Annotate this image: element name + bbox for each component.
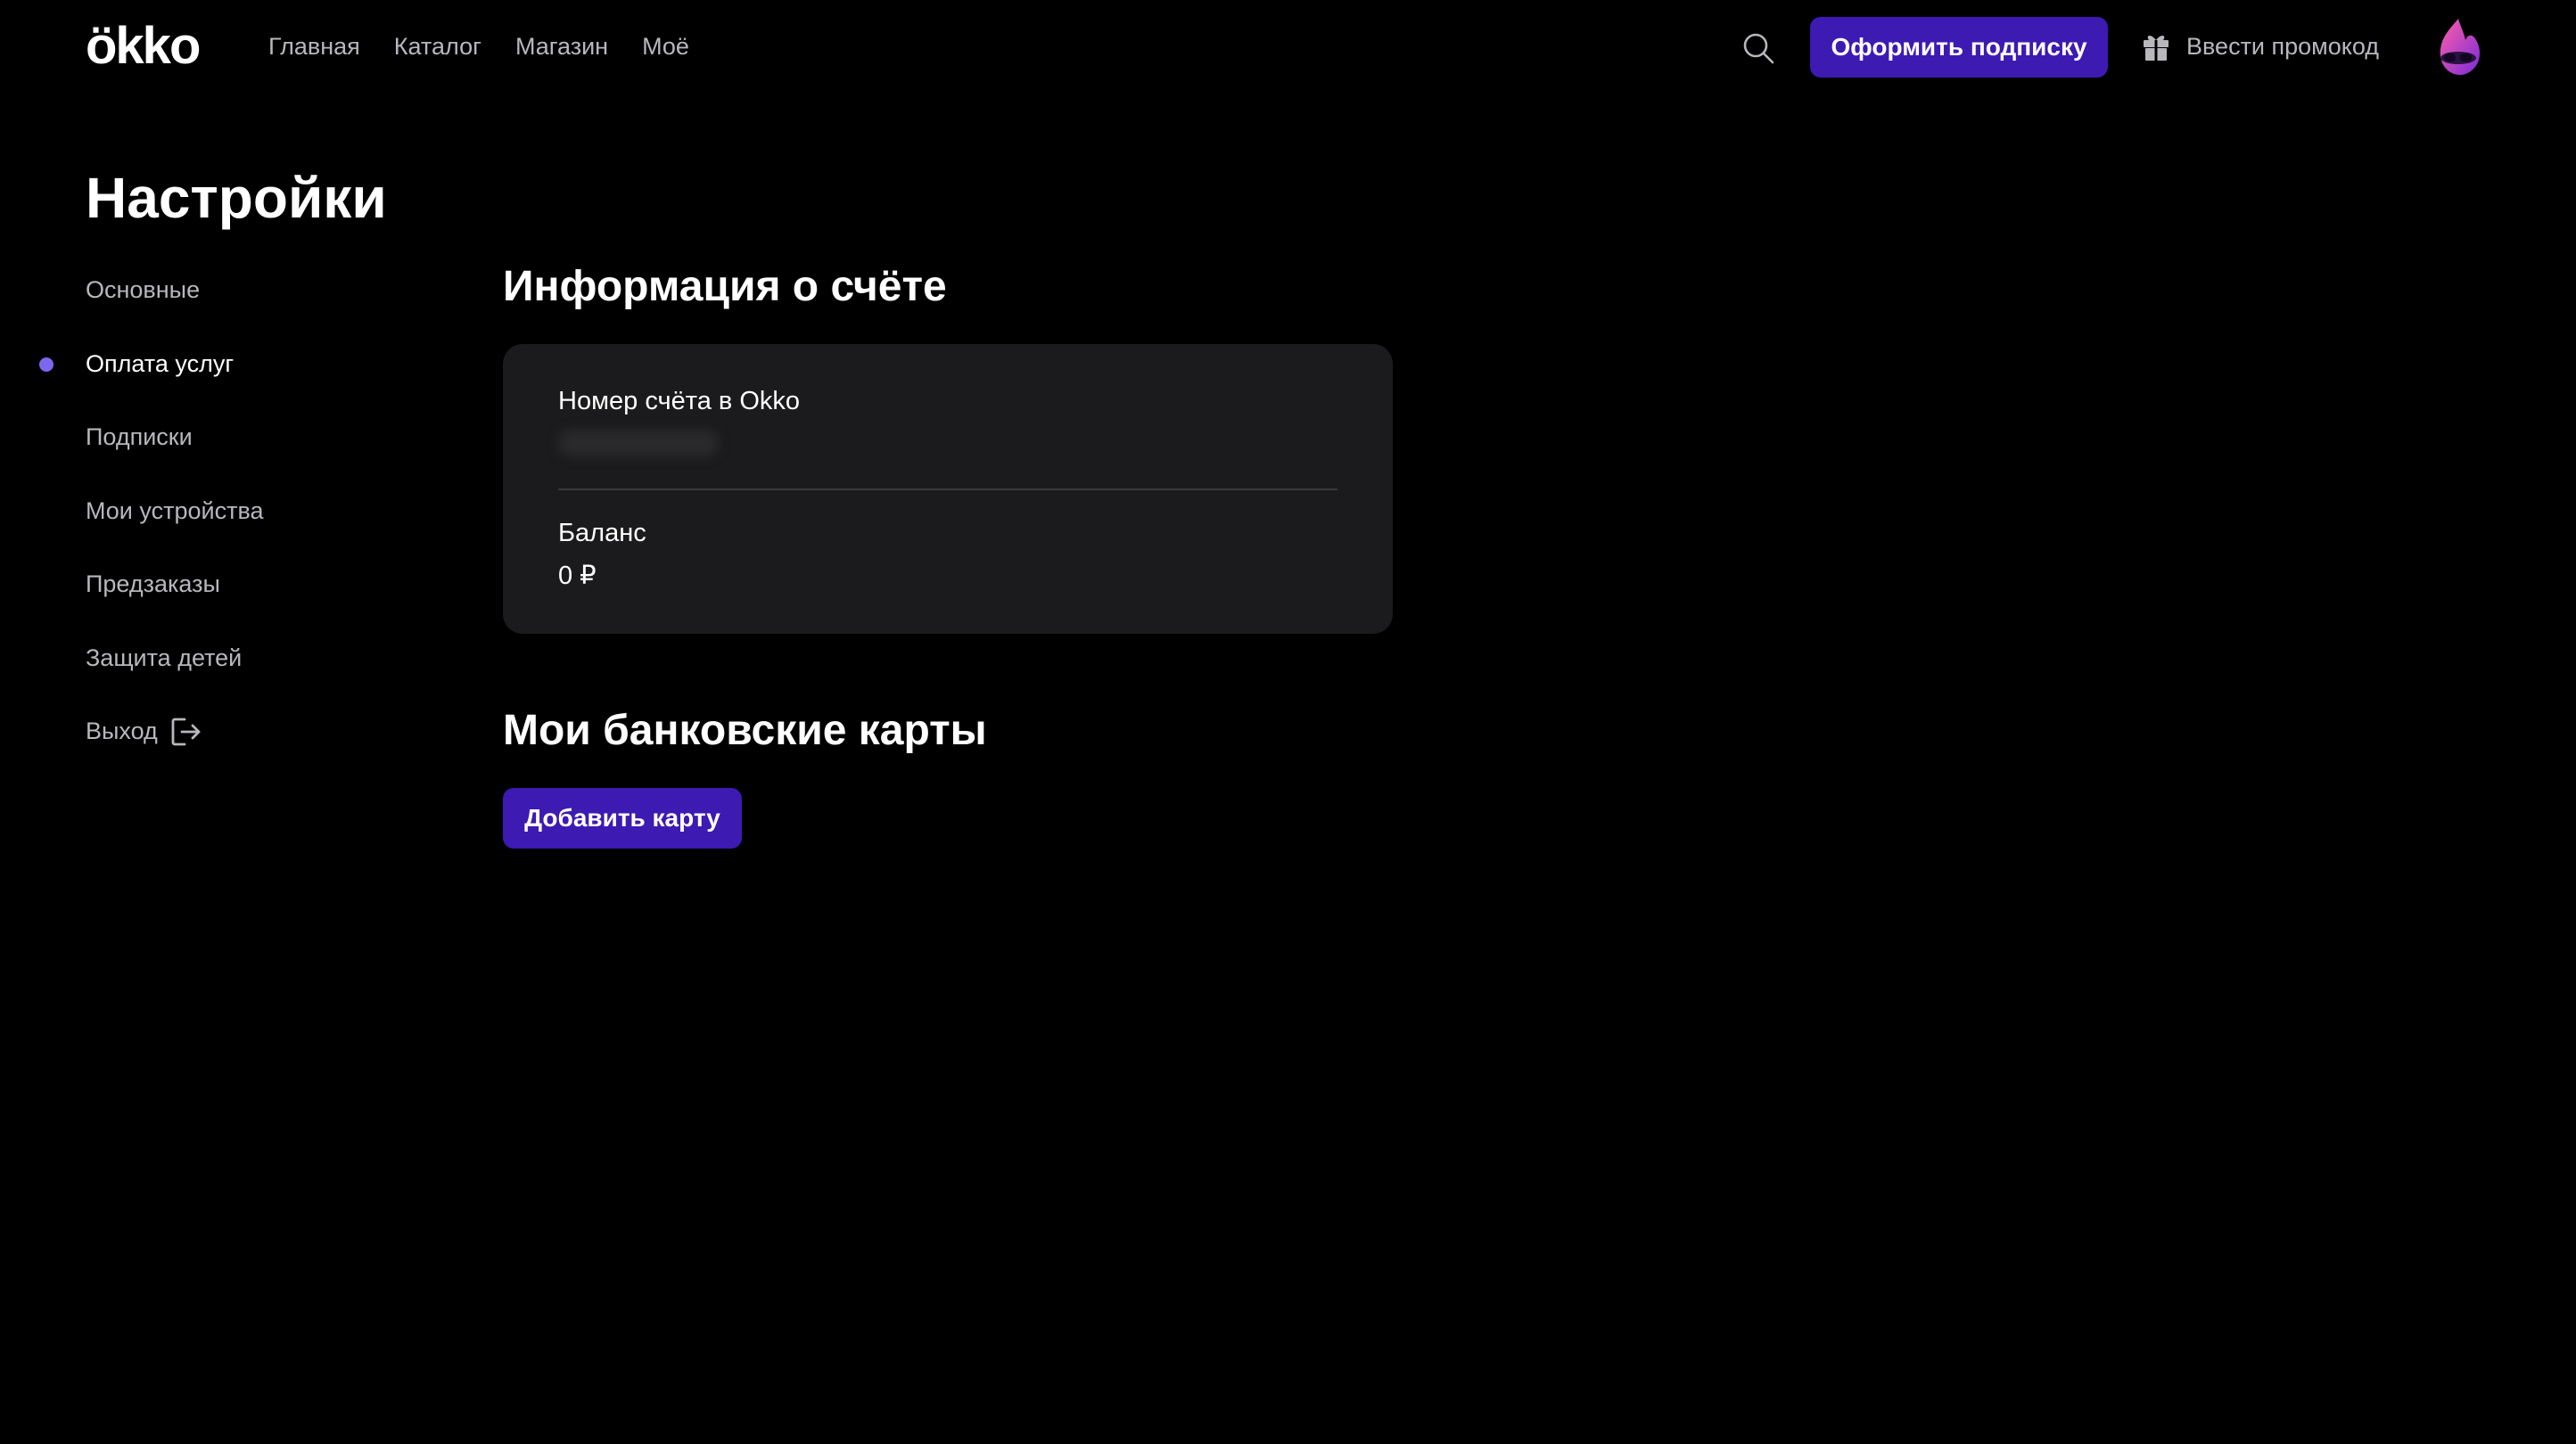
sidebar-item-logout[interactable]: Выход — [86, 710, 389, 784]
add-card-button[interactable]: Добавить карту — [503, 788, 742, 849]
sidebar-item-preorders[interactable]: Предзаказы — [86, 563, 389, 637]
sidebar-item-label: Выход — [86, 718, 158, 744]
exit-icon — [171, 718, 201, 746]
nav-item-home[interactable]: Главная — [268, 27, 360, 66]
sidebar-item-label: Мои устройства — [86, 496, 264, 524]
bank-cards-title: Мои банковские карты — [503, 707, 987, 754]
subscribe-button[interactable]: Оформить подписку — [1810, 17, 2108, 78]
page-title: Настройки — [86, 166, 387, 230]
balance-value: 0 ₽ — [558, 562, 597, 590]
promo-code-button[interactable]: Ввести промокод — [2140, 27, 2379, 66]
sidebar-item-label: Подписки — [86, 423, 193, 450]
nav-item-catalog[interactable]: Каталог — [394, 27, 481, 66]
sidebar-item-label: Защита детей — [86, 644, 243, 671]
search-icon[interactable] — [1741, 31, 1775, 65]
sidebar-item-label: Основные — [86, 276, 201, 303]
account-number-redacted — [558, 430, 719, 456]
sidebar-item-general[interactable]: Основные — [86, 269, 389, 343]
active-indicator-dot — [39, 357, 53, 372]
sidebar-item-parental-control[interactable]: Защита детей — [86, 637, 389, 711]
gift-icon — [2144, 36, 2169, 61]
top-header: ökko Главная Каталог Магазин Моё Оформит… — [0, 0, 2576, 93]
balance-label: Баланс — [558, 519, 646, 547]
settings-sidebar: Основные Оплата услуг Подписки Мои устро… — [39, 269, 389, 784]
avatar[interactable] — [2432, 15, 2485, 79]
promo-code-label: Ввести промокод — [2186, 32, 2380, 60]
main-nav: Главная Каталог Магазин Моё — [268, 27, 689, 66]
okko-logo[interactable]: ökko — [86, 12, 201, 80]
nav-item-store[interactable]: Магазин — [515, 27, 608, 66]
sidebar-item-payment[interactable]: Оплата услуг — [39, 343, 389, 417]
account-info-card: Номер счёта в Okko Баланс 0 ₽ — [503, 344, 1393, 634]
sidebar-item-devices[interactable]: Мои устройства — [86, 490, 389, 564]
nav-item-mine[interactable]: Моё — [642, 27, 689, 66]
sidebar-item-label: Предзаказы — [86, 570, 220, 597]
account-info-title: Информация о счёте — [503, 263, 947, 310]
divider — [558, 488, 1337, 490]
sidebar-item-label: Оплата услуг — [86, 349, 235, 377]
sidebar-item-subscriptions[interactable]: Подписки — [86, 416, 389, 490]
account-number-label: Номер счёта в Okko — [558, 387, 801, 415]
